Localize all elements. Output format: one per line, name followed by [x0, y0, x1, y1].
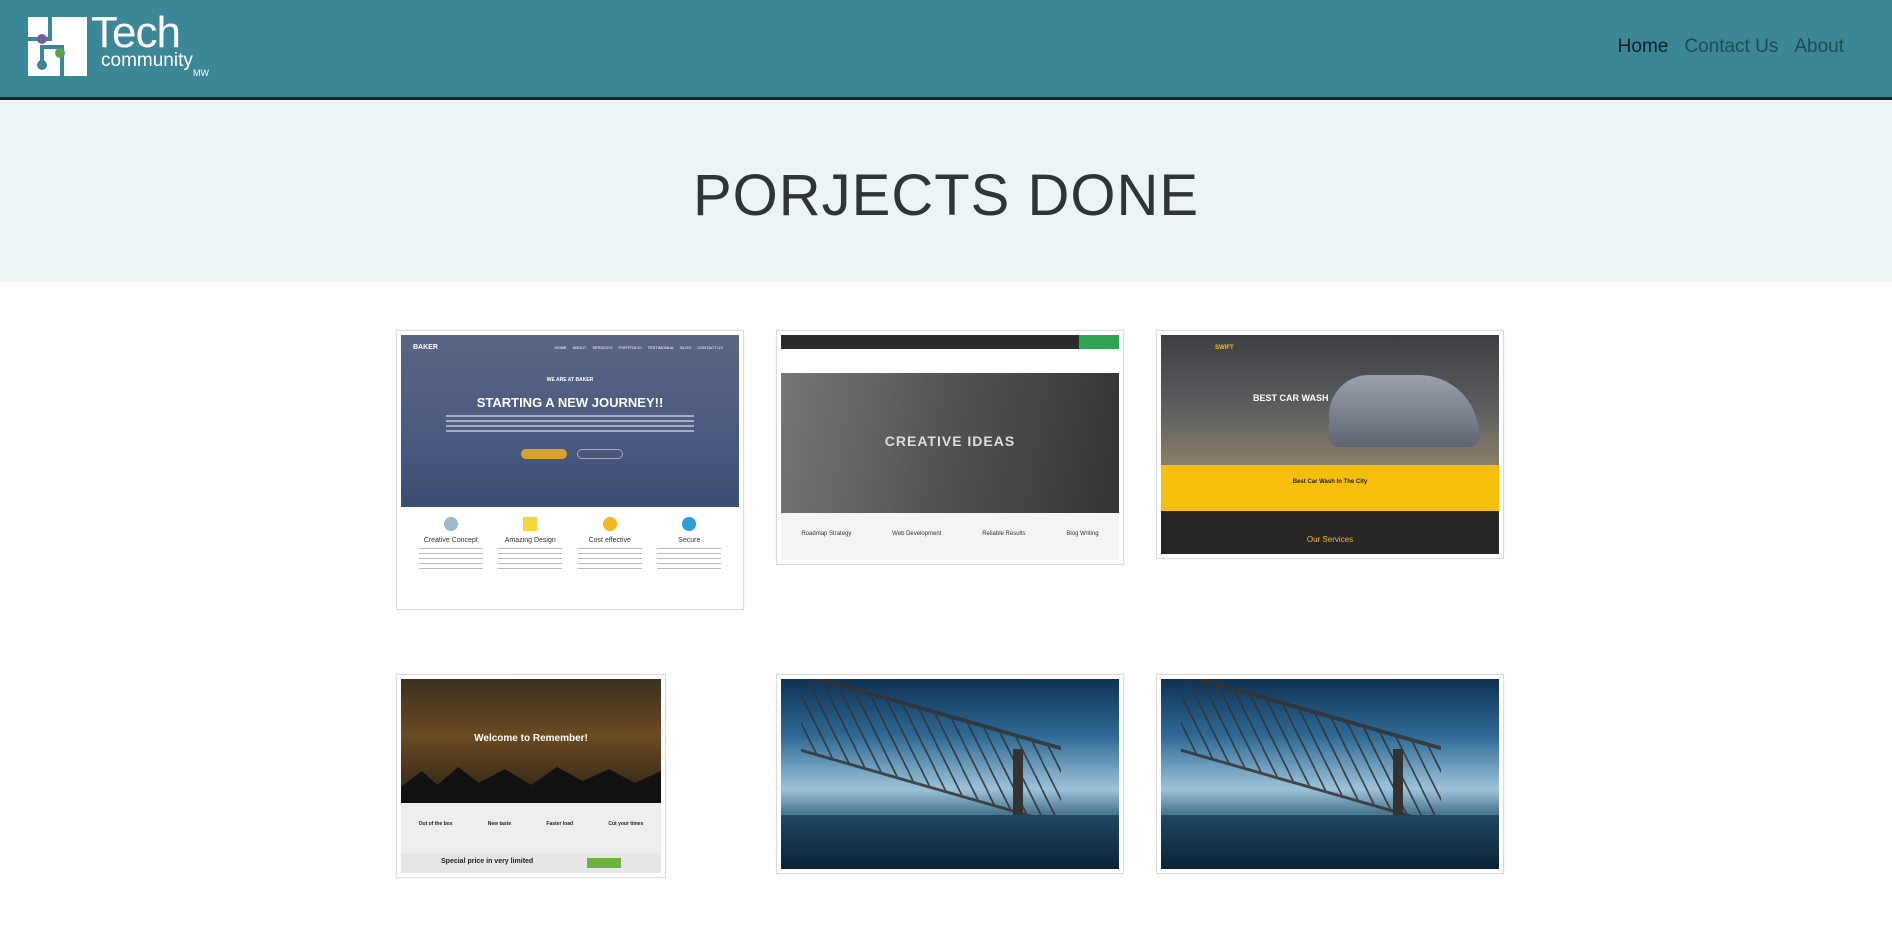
thumb-kicker: WE ARE AT BAKER [546, 377, 594, 383]
thumb-feature: Amazing Design [498, 517, 563, 570]
circuit-icon [28, 17, 65, 76]
thumb-promo-text: Special price in very limited [441, 858, 534, 865]
thumb-feature: Secure [657, 517, 722, 570]
thumb-promo-bar: Special price in very limited [401, 853, 661, 873]
nav-about[interactable]: About [1794, 36, 1844, 58]
logo-line-1: Tech [91, 8, 181, 57]
thumb-feature-label: Cost effective [588, 537, 631, 544]
thumb-text-lines [418, 548, 483, 570]
thumb-headline: Welcome to Remember! [474, 733, 588, 744]
project-card-creative-ideas[interactable]: CREATIVE IDEAS Roadmap Strategy Web Deve… [776, 330, 1124, 565]
thumb-hero: BAKER HOME ABOUT SERVICES PORTFOLIO TEST… [401, 335, 739, 507]
thumb-band: Best Car Wash In The City [1161, 465, 1499, 511]
project-card-bridge-2[interactable] [1156, 674, 1504, 874]
thumb-menu-item: SERVICES [592, 345, 613, 350]
thumb-text-lines [577, 548, 642, 570]
logo-line-3: MW [193, 68, 209, 78]
thumb-hero: Welcome to Remember! [401, 679, 661, 803]
thumb-navbar [781, 349, 1119, 373]
design-icon [523, 517, 538, 531]
logo-line-2: community [101, 50, 193, 71]
thumb-feature-label: Out of the box [418, 821, 453, 827]
thumb-feature-label: Reliable Results [982, 531, 1026, 537]
lock-icon [682, 517, 697, 531]
coins-icon [602, 517, 617, 531]
project-thumbnail: CREATIVE IDEAS Roadmap Strategy Web Deve… [781, 335, 1119, 560]
bulb-icon [443, 517, 458, 531]
project-card-remember[interactable]: Welcome to Remember! Out of the box New … [396, 674, 666, 878]
thumb-menu-item: TESTIMONIAL [647, 345, 675, 350]
thumb-feature: Cost effective [577, 517, 642, 570]
thumb-button [521, 449, 567, 459]
logo-mark [28, 17, 87, 76]
page-title: PORJECTS DONE [692, 163, 1200, 228]
nav-home[interactable]: Home [1618, 36, 1669, 58]
thumb-feature-label: Roadmap Strategy [801, 531, 852, 537]
thumb-promo-button [587, 858, 621, 868]
page-banner: PORJECTS DONE [0, 100, 1892, 282]
thumb-menu: HOME ABOUT SERVICES PORTFOLIO TESTIMONIA… [555, 345, 723, 350]
nav-contact-us[interactable]: Contact Us [1684, 36, 1778, 58]
thumb-features: Creative Concept Amazing Design Cost eff… [401, 517, 739, 570]
thumb-menu-item: ABOUT [572, 345, 587, 350]
project-card-car-wash[interactable]: SWIFT BEST CAR WASH Best Car Wash In The… [1156, 330, 1504, 559]
thumb-menu-item: CONTACT US [697, 345, 723, 350]
project-thumbnail: BAKER HOME ABOUT SERVICES PORTFOLIO TEST… [401, 335, 739, 605]
thumb-hero: SWIFT BEST CAR WASH [1161, 335, 1499, 465]
site-header: Tech community MW Home Contact Us About [0, 0, 1892, 100]
thumb-services-title: Our Services [1306, 535, 1354, 544]
thumb-topbar [781, 335, 1119, 349]
bridge-image [1161, 679, 1499, 869]
sea [781, 815, 1119, 869]
bridge-image [781, 679, 1119, 869]
thumb-services: Our Services [1161, 511, 1499, 554]
project-card-bridge-1[interactable] [776, 674, 1124, 874]
thumb-feature-label: Web Development [892, 531, 942, 537]
thumb-cta-button [1079, 335, 1119, 349]
thumb-feature-label: Amazing Design [504, 537, 556, 544]
thumb-brand: BAKER [413, 344, 438, 351]
thumb-headline: STARTING A NEW JOURNEY!! [476, 395, 664, 410]
thumb-headline: CREATIVE IDEAS [884, 433, 1016, 449]
thumb-features: Roadmap Strategy Web Development Reliabl… [781, 513, 1119, 560]
thumb-headline: BEST CAR WASH [1253, 393, 1329, 403]
thumb-feature-label: Secure [678, 537, 701, 544]
thumb-feature: Creative Concept [418, 517, 483, 570]
thumb-band-title: Best Car Wash In The City [1292, 479, 1368, 485]
thumb-button-outline [577, 449, 623, 459]
crowd-image [401, 767, 661, 803]
project-thumbnail: SWIFT BEST CAR WASH Best Car Wash In The… [1161, 335, 1499, 554]
thumb-feature-label: New taste [487, 821, 512, 827]
thumb-menu-item: BLOG [680, 345, 692, 350]
thumb-feature-label: Creative Concept [423, 537, 478, 544]
thumb-text-lines [446, 415, 694, 435]
thumb-text-lines [498, 548, 563, 570]
logo-wordmark: Tech community MW [91, 11, 216, 79]
thumb-feature-label: Blog Writing [1066, 531, 1099, 537]
thumb-feature-label: Faster load [546, 821, 574, 827]
project-thumbnail: Welcome to Remember! Out of the box New … [401, 679, 661, 873]
car-image [1329, 375, 1479, 447]
thumb-features: Out of the box New taste Faster load Cut… [401, 803, 661, 853]
thumb-menu-item: HOME [554, 345, 567, 350]
main-nav: Home Contact Us About [1618, 36, 1844, 58]
thumb-menu-item: PORTFOLIO [618, 345, 642, 350]
thumb-hero: CREATIVE IDEAS [781, 373, 1119, 513]
thumb-brand: SWIFT [1215, 345, 1234, 351]
sea [1161, 815, 1499, 869]
thumb-text-lines [657, 548, 722, 570]
thumb-feature-label: Cut your times [608, 821, 644, 827]
project-card-baker[interactable]: BAKER HOME ABOUT SERVICES PORTFOLIO TEST… [396, 330, 744, 610]
site-logo[interactable]: Tech community MW [28, 11, 218, 79]
